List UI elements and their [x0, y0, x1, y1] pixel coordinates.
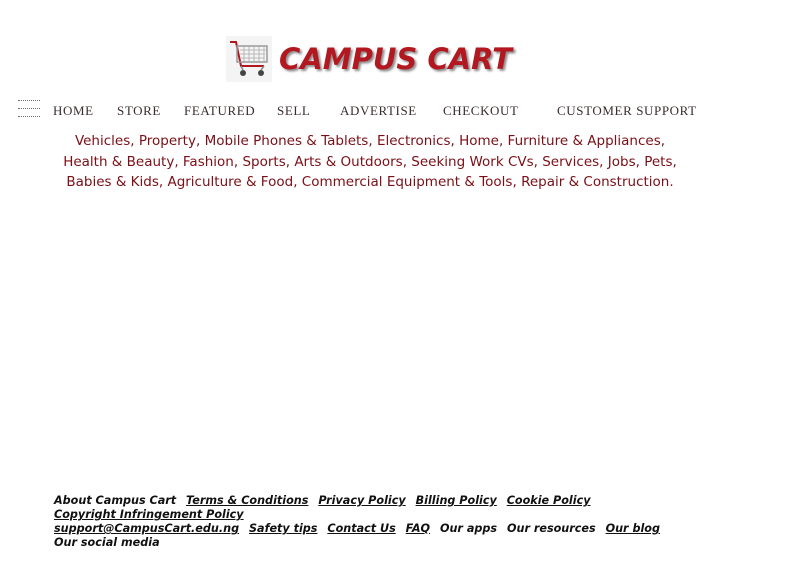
category-electronics[interactable]: Electronics: [377, 133, 451, 149]
footer-social[interactable]: Our social media: [54, 536, 160, 549]
footer-row: support@CampusCart.edu.ng Safety tips Co…: [54, 522, 714, 550]
footer-apps[interactable]: Our apps: [440, 522, 497, 535]
footer-cookie[interactable]: Cookie Policy: [507, 494, 591, 507]
nav-store[interactable]: STORE: [117, 103, 161, 119]
category-mobile-phones[interactable]: Mobile Phones & Tablets: [205, 133, 369, 149]
nav-sell[interactable]: SELL: [277, 103, 310, 119]
category-agriculture-food[interactable]: Agriculture & Food: [167, 174, 293, 190]
category-jobs[interactable]: Jobs: [608, 154, 636, 170]
nav-customer-support[interactable]: CUSTOMER SUPPORT: [557, 103, 697, 119]
footer-copyright[interactable]: Copyright Infringement Policy: [54, 508, 244, 521]
footer-support-email[interactable]: support@CampusCart.edu.ng: [54, 522, 239, 535]
shopping-cart-icon: [226, 36, 272, 82]
footer-terms[interactable]: Terms & Conditions: [186, 494, 308, 507]
category-home-furniture[interactable]: Home, Furniture & Appliances: [459, 133, 661, 149]
category-list: Vehicles, Property, Mobile Phones & Tabl…: [63, 133, 677, 190]
footer-privacy[interactable]: Privacy Policy: [318, 494, 405, 507]
category-seeking-work[interactable]: Seeking Work CVs: [411, 154, 533, 170]
footer-contact[interactable]: Contact Us: [327, 522, 395, 535]
footer-links: About Campus Cart Terms & Conditions Pri…: [54, 494, 714, 550]
category-sports-arts[interactable]: Sports, Arts & Outdoors: [242, 154, 402, 170]
nav-featured[interactable]: FEATURED: [184, 103, 255, 119]
category-property[interactable]: Property: [139, 133, 196, 149]
category-services[interactable]: Services: [542, 154, 599, 170]
category-fashion[interactable]: Fashion: [183, 154, 234, 170]
nav-advertise[interactable]: ADVERTISE: [340, 103, 417, 119]
category-repair-construction[interactable]: Repair & Construction: [521, 174, 669, 190]
footer-billing[interactable]: Billing Policy: [416, 494, 497, 507]
brand-name: CAMPUS CART: [279, 42, 512, 76]
footer-row: About Campus Cart Terms & Conditions Pri…: [54, 494, 714, 522]
footer-faq[interactable]: FAQ: [406, 522, 430, 535]
footer-resources[interactable]: Our resources: [507, 522, 596, 535]
logo[interactable]: CAMPUS CART: [226, 36, 512, 82]
category-pets[interactable]: Pets: [644, 154, 672, 170]
main-nav: HOME STORE FEATURED SELL ADVERTISE CHECK…: [0, 103, 807, 119]
footer-blog[interactable]: Our blog: [606, 522, 660, 535]
footer-safety[interactable]: Safety tips: [249, 522, 317, 535]
nav-checkout[interactable]: CHECKOUT: [443, 103, 519, 119]
nav-home[interactable]: HOME: [53, 103, 94, 119]
footer-about[interactable]: About Campus Cart: [54, 494, 176, 507]
category-vehicles[interactable]: Vehicles: [75, 133, 130, 149]
category-babies-kids[interactable]: Babies & Kids: [66, 174, 159, 190]
category-health-beauty[interactable]: Health & Beauty: [63, 154, 174, 170]
category-commercial-equipment[interactable]: Commercial Equipment & Tools: [302, 174, 513, 190]
